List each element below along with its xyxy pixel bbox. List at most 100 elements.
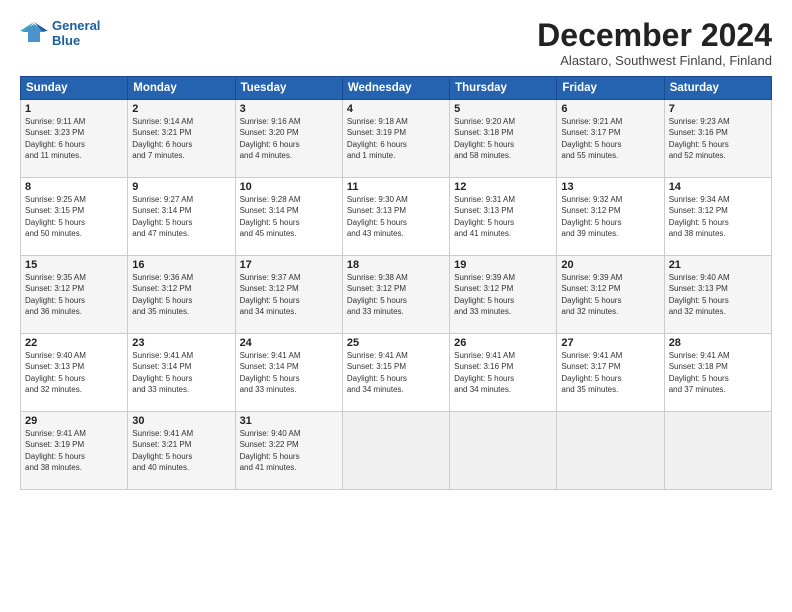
day-number: 30 [132, 415, 230, 427]
day-number: 9 [132, 181, 230, 193]
calendar-cell: 27Sunrise: 9:41 AM Sunset: 3:17 PM Dayli… [557, 334, 664, 412]
week-row-1: 1Sunrise: 9:11 AM Sunset: 3:23 PM Daylig… [21, 100, 772, 178]
week-row-3: 15Sunrise: 9:35 AM Sunset: 3:12 PM Dayli… [21, 256, 772, 334]
calendar-cell: 3Sunrise: 9:16 AM Sunset: 3:20 PM Daylig… [235, 100, 342, 178]
weekday-header-monday: Monday [128, 77, 235, 100]
calendar-cell [557, 412, 664, 490]
calendar-cell: 25Sunrise: 9:41 AM Sunset: 3:15 PM Dayli… [342, 334, 449, 412]
day-number: 20 [561, 259, 659, 271]
calendar-cell: 16Sunrise: 9:36 AM Sunset: 3:12 PM Dayli… [128, 256, 235, 334]
calendar-cell: 4Sunrise: 9:18 AM Sunset: 3:19 PM Daylig… [342, 100, 449, 178]
day-number: 16 [132, 259, 230, 271]
weekday-header-row: SundayMondayTuesdayWednesdayThursdayFrid… [21, 77, 772, 100]
calendar-cell: 13Sunrise: 9:32 AM Sunset: 3:12 PM Dayli… [557, 178, 664, 256]
day-info: Sunrise: 9:39 AM Sunset: 3:12 PM Dayligh… [454, 272, 552, 317]
day-info: Sunrise: 9:41 AM Sunset: 3:21 PM Dayligh… [132, 428, 230, 473]
title-block: December 2024 Alastaro, Southwest Finlan… [537, 18, 772, 68]
day-number: 15 [25, 259, 123, 271]
day-info: Sunrise: 9:41 AM Sunset: 3:18 PM Dayligh… [669, 350, 767, 395]
day-info: Sunrise: 9:30 AM Sunset: 3:13 PM Dayligh… [347, 194, 445, 239]
calendar-cell: 31Sunrise: 9:40 AM Sunset: 3:22 PM Dayli… [235, 412, 342, 490]
day-number: 13 [561, 181, 659, 193]
calendar-cell [664, 412, 771, 490]
day-info: Sunrise: 9:32 AM Sunset: 3:12 PM Dayligh… [561, 194, 659, 239]
calendar-cell: 10Sunrise: 9:28 AM Sunset: 3:14 PM Dayli… [235, 178, 342, 256]
weekday-header-friday: Friday [557, 77, 664, 100]
calendar-cell: 8Sunrise: 9:25 AM Sunset: 3:15 PM Daylig… [21, 178, 128, 256]
day-info: Sunrise: 9:40 AM Sunset: 3:13 PM Dayligh… [25, 350, 123, 395]
day-info: Sunrise: 9:27 AM Sunset: 3:14 PM Dayligh… [132, 194, 230, 239]
calendar-subtitle: Alastaro, Southwest Finland, Finland [537, 53, 772, 68]
calendar-cell: 11Sunrise: 9:30 AM Sunset: 3:13 PM Dayli… [342, 178, 449, 256]
day-info: Sunrise: 9:41 AM Sunset: 3:15 PM Dayligh… [347, 350, 445, 395]
day-number: 12 [454, 181, 552, 193]
calendar-cell: 24Sunrise: 9:41 AM Sunset: 3:14 PM Dayli… [235, 334, 342, 412]
day-number: 21 [669, 259, 767, 271]
calendar-cell: 12Sunrise: 9:31 AM Sunset: 3:13 PM Dayli… [450, 178, 557, 256]
day-number: 8 [25, 181, 123, 193]
week-row-5: 29Sunrise: 9:41 AM Sunset: 3:19 PM Dayli… [21, 412, 772, 490]
day-info: Sunrise: 9:23 AM Sunset: 3:16 PM Dayligh… [669, 116, 767, 161]
calendar-cell: 17Sunrise: 9:37 AM Sunset: 3:12 PM Dayli… [235, 256, 342, 334]
day-number: 27 [561, 337, 659, 349]
day-info: Sunrise: 9:16 AM Sunset: 3:20 PM Dayligh… [240, 116, 338, 161]
calendar-cell: 26Sunrise: 9:41 AM Sunset: 3:16 PM Dayli… [450, 334, 557, 412]
calendar-cell: 23Sunrise: 9:41 AM Sunset: 3:14 PM Dayli… [128, 334, 235, 412]
day-info: Sunrise: 9:39 AM Sunset: 3:12 PM Dayligh… [561, 272, 659, 317]
calendar-cell [342, 412, 449, 490]
calendar-cell: 22Sunrise: 9:40 AM Sunset: 3:13 PM Dayli… [21, 334, 128, 412]
calendar-cell: 6Sunrise: 9:21 AM Sunset: 3:17 PM Daylig… [557, 100, 664, 178]
weekday-header-wednesday: Wednesday [342, 77, 449, 100]
day-number: 6 [561, 103, 659, 115]
day-info: Sunrise: 9:35 AM Sunset: 3:12 PM Dayligh… [25, 272, 123, 317]
logo-text: General Blue [52, 18, 100, 48]
day-info: Sunrise: 9:37 AM Sunset: 3:12 PM Dayligh… [240, 272, 338, 317]
day-number: 24 [240, 337, 338, 349]
day-number: 10 [240, 181, 338, 193]
calendar-cell: 15Sunrise: 9:35 AM Sunset: 3:12 PM Dayli… [21, 256, 128, 334]
calendar-cell: 29Sunrise: 9:41 AM Sunset: 3:19 PM Dayli… [21, 412, 128, 490]
calendar-cell: 20Sunrise: 9:39 AM Sunset: 3:12 PM Dayli… [557, 256, 664, 334]
logo-icon [20, 22, 48, 44]
day-info: Sunrise: 9:34 AM Sunset: 3:12 PM Dayligh… [669, 194, 767, 239]
calendar-cell: 21Sunrise: 9:40 AM Sunset: 3:13 PM Dayli… [664, 256, 771, 334]
day-info: Sunrise: 9:41 AM Sunset: 3:19 PM Dayligh… [25, 428, 123, 473]
calendar-cell: 9Sunrise: 9:27 AM Sunset: 3:14 PM Daylig… [128, 178, 235, 256]
header: General Blue December 2024 Alastaro, Sou… [20, 18, 772, 68]
calendar-cell: 30Sunrise: 9:41 AM Sunset: 3:21 PM Dayli… [128, 412, 235, 490]
week-row-4: 22Sunrise: 9:40 AM Sunset: 3:13 PM Dayli… [21, 334, 772, 412]
day-number: 22 [25, 337, 123, 349]
weekday-header-thursday: Thursday [450, 77, 557, 100]
calendar-title: December 2024 [537, 18, 772, 53]
calendar-cell: 5Sunrise: 9:20 AM Sunset: 3:18 PM Daylig… [450, 100, 557, 178]
day-number: 26 [454, 337, 552, 349]
day-number: 7 [669, 103, 767, 115]
day-info: Sunrise: 9:18 AM Sunset: 3:19 PM Dayligh… [347, 116, 445, 161]
day-info: Sunrise: 9:40 AM Sunset: 3:22 PM Dayligh… [240, 428, 338, 473]
day-number: 28 [669, 337, 767, 349]
weekday-header-saturday: Saturday [664, 77, 771, 100]
day-number: 14 [669, 181, 767, 193]
weekday-header-tuesday: Tuesday [235, 77, 342, 100]
day-number: 23 [132, 337, 230, 349]
day-info: Sunrise: 9:41 AM Sunset: 3:14 PM Dayligh… [132, 350, 230, 395]
day-info: Sunrise: 9:20 AM Sunset: 3:18 PM Dayligh… [454, 116, 552, 161]
day-info: Sunrise: 9:40 AM Sunset: 3:13 PM Dayligh… [669, 272, 767, 317]
day-info: Sunrise: 9:14 AM Sunset: 3:21 PM Dayligh… [132, 116, 230, 161]
day-number: 19 [454, 259, 552, 271]
calendar-cell: 28Sunrise: 9:41 AM Sunset: 3:18 PM Dayli… [664, 334, 771, 412]
day-info: Sunrise: 9:11 AM Sunset: 3:23 PM Dayligh… [25, 116, 123, 161]
day-number: 2 [132, 103, 230, 115]
day-info: Sunrise: 9:41 AM Sunset: 3:17 PM Dayligh… [561, 350, 659, 395]
day-number: 11 [347, 181, 445, 193]
day-info: Sunrise: 9:25 AM Sunset: 3:15 PM Dayligh… [25, 194, 123, 239]
day-info: Sunrise: 9:31 AM Sunset: 3:13 PM Dayligh… [454, 194, 552, 239]
day-number: 1 [25, 103, 123, 115]
day-number: 25 [347, 337, 445, 349]
day-info: Sunrise: 9:28 AM Sunset: 3:14 PM Dayligh… [240, 194, 338, 239]
calendar-cell: 18Sunrise: 9:38 AM Sunset: 3:12 PM Dayli… [342, 256, 449, 334]
calendar-cell [450, 412, 557, 490]
logo: General Blue [20, 18, 100, 48]
calendar-cell: 19Sunrise: 9:39 AM Sunset: 3:12 PM Dayli… [450, 256, 557, 334]
day-number: 31 [240, 415, 338, 427]
